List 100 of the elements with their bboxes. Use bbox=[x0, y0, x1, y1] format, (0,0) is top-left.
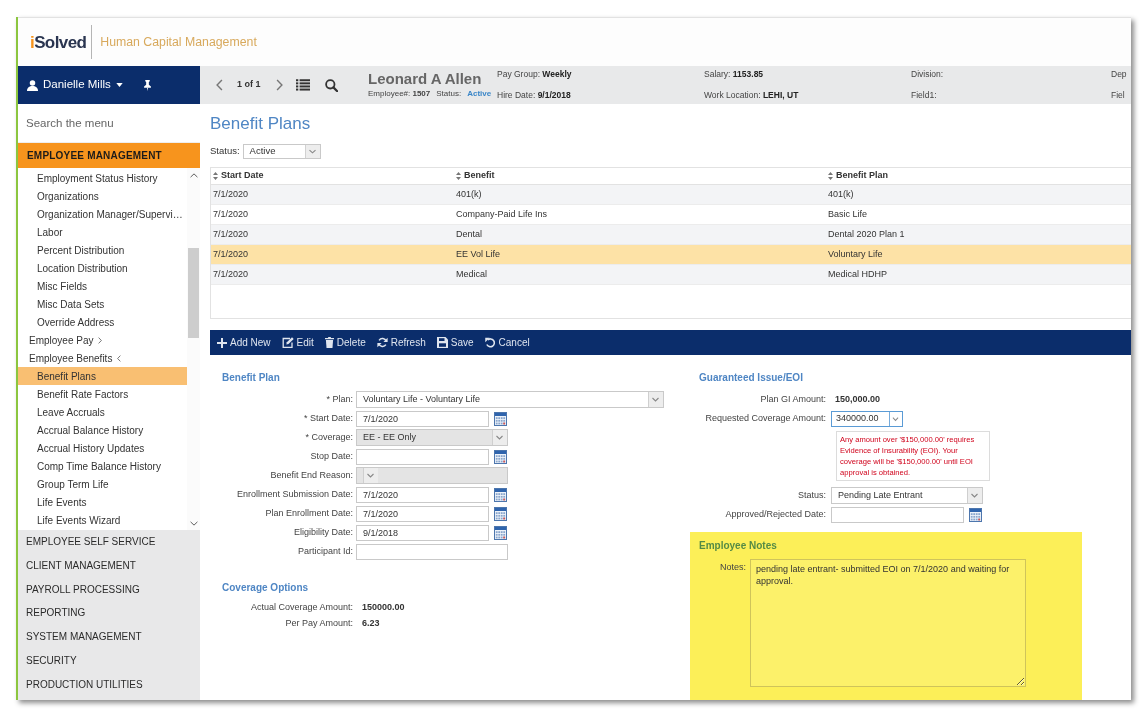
dropdown[interactable]: Voluntary Life - Voluntary Life bbox=[356, 391, 664, 408]
scroll-down-icon[interactable] bbox=[189, 521, 198, 526]
date-field[interactable]: 9/1/2018 bbox=[356, 524, 489, 541]
field-label: Eligibility Date: bbox=[292, 525, 354, 539]
status-dropdown[interactable]: Active bbox=[242, 144, 321, 159]
column-header[interactable]: Benefit Plan bbox=[826, 169, 1131, 183]
menu-section[interactable]: REPORTING bbox=[18, 601, 200, 626]
save-button[interactable]: Save bbox=[436, 335, 474, 350]
logo: iSolved bbox=[30, 33, 87, 51]
page-title: Benefit Plans bbox=[210, 113, 312, 135]
menu-item[interactable]: Accrual History Updates bbox=[18, 439, 187, 457]
table-cell-text: 7/1/2020 bbox=[212, 207, 250, 221]
menu-item[interactable]: Location Distribution bbox=[18, 259, 187, 277]
menu-section[interactable]: EMPLOYEE SELF SERVICE bbox=[18, 530, 200, 554]
caret-icon bbox=[967, 488, 982, 503]
menu-item[interactable]: Comp Time Balance History bbox=[18, 457, 187, 475]
table-cell-text: 7/1/2020 bbox=[212, 227, 250, 241]
sort-icon bbox=[456, 172, 461, 180]
table-cell-text: 7/1/2020 bbox=[212, 187, 250, 201]
field-label: * Coverage: bbox=[304, 430, 354, 444]
menu-section[interactable]: SYSTEM MANAGEMENT bbox=[18, 625, 200, 649]
menu-item[interactable]: Misc Data Sets bbox=[18, 295, 187, 313]
table-cell-text: Dental bbox=[455, 227, 483, 241]
table-cell-text: Dental 2020 Plan 1 bbox=[827, 227, 906, 241]
table-cell-text: 401(k) bbox=[827, 187, 855, 201]
employee-name: Leonard A Allen bbox=[368, 70, 483, 87]
chevron-right-icon[interactable] bbox=[276, 79, 283, 91]
menu-section[interactable]: PRODUCTION UTILITIES bbox=[18, 672, 200, 697]
text-field[interactable] bbox=[356, 543, 508, 560]
chevron-left-icon[interactable] bbox=[216, 79, 223, 91]
menu-search-field[interactable]: Search the menu bbox=[18, 104, 200, 143]
menu-item[interactable]: Leave Accruals bbox=[18, 403, 187, 421]
menu-item[interactable]: Employment Status History bbox=[18, 169, 187, 187]
caret-icon bbox=[648, 392, 663, 407]
calendar-icon[interactable] bbox=[494, 449, 507, 464]
notes-field[interactable]: pending late entrant- submitted EOI on 7/1/2020 and waiting for approval. bbox=[750, 559, 1026, 687]
field-label: Per Pay Amount: bbox=[284, 617, 354, 631]
status-label: Status: bbox=[436, 88, 462, 100]
calendar-icon[interactable] bbox=[494, 411, 507, 426]
menu-item[interactable]: Life Events bbox=[18, 493, 187, 511]
menu-section[interactable]: PAYROLL PROCESSING bbox=[18, 577, 200, 602]
table-cell-text: Medical HDHP bbox=[827, 267, 888, 281]
date-field[interactable]: 7/1/2020 bbox=[356, 410, 489, 427]
scrollbar-thumb[interactable] bbox=[188, 248, 199, 338]
menu-item[interactable]: Benefit Plans bbox=[18, 367, 187, 385]
employee-number: Employee#: 1507 bbox=[368, 88, 431, 100]
user-icon bbox=[27, 79, 38, 91]
filter-label: Status: bbox=[210, 144, 240, 159]
menu-item[interactable]: Misc Fields bbox=[18, 277, 187, 295]
menu-item[interactable]: Life Events Wizard bbox=[18, 511, 187, 529]
edit-icon bbox=[281, 337, 294, 348]
menu-item[interactable]: Accrual Balance History bbox=[18, 421, 187, 439]
dropdown[interactable]: Pending Late Entrant bbox=[831, 487, 983, 504]
refresh-button[interactable]: Refresh bbox=[376, 335, 426, 350]
sort-icon bbox=[213, 172, 218, 180]
date-field[interactable] bbox=[831, 506, 964, 523]
menu-item[interactable]: Organization Manager/Supervi… bbox=[18, 205, 187, 223]
date-field[interactable]: 7/1/2020 bbox=[356, 486, 489, 503]
menu-group[interactable]: Employee Pay bbox=[18, 331, 187, 349]
table-row[interactable]: 7/1/2020 EE Vol Life Voluntary Life bbox=[211, 245, 1131, 265]
menu-item[interactable]: Benefit Rate Factors bbox=[18, 385, 187, 403]
chevron-right-icon bbox=[98, 336, 103, 344]
menu-section-header[interactable]: EMPLOYEE MANAGEMENT bbox=[18, 143, 200, 168]
field-label: Status: bbox=[797, 488, 827, 502]
date-field[interactable] bbox=[356, 448, 489, 465]
menu-item[interactable]: Organizations bbox=[18, 187, 187, 205]
amount-combobox[interactable]: 340000.00 bbox=[831, 410, 903, 427]
calendar-icon[interactable] bbox=[969, 507, 982, 522]
cancel-button[interactable]: Cancel bbox=[484, 335, 530, 350]
field-label: Actual Coverage Amount: bbox=[249, 601, 354, 615]
list-icon[interactable] bbox=[296, 79, 310, 91]
info-text: Dep bbox=[1111, 68, 1128, 81]
column-header[interactable]: Start Date bbox=[211, 169, 454, 183]
edit-button[interactable]: Edit bbox=[281, 335, 314, 350]
info-text: Fiel bbox=[1111, 89, 1126, 102]
menu-item[interactable]: Group Term Life bbox=[18, 475, 187, 493]
calendar-icon[interactable] bbox=[494, 487, 507, 502]
menu-item[interactable]: Override Address bbox=[18, 313, 187, 331]
table-row[interactable]: 7/1/2020 Medical Medical HDHP bbox=[211, 265, 1131, 285]
product-name: Human Capital Management bbox=[100, 33, 257, 51]
add-new-button[interactable]: Add New bbox=[217, 335, 271, 350]
delete-button[interactable]: Delete bbox=[324, 335, 366, 350]
menu-section[interactable]: CLIENT MANAGEMENT bbox=[18, 553, 200, 578]
menu-item[interactable]: Percent Distribution bbox=[18, 241, 187, 259]
calendar-icon[interactable] bbox=[494, 506, 507, 521]
calendar-icon[interactable] bbox=[494, 525, 507, 540]
menu-item[interactable]: Labor bbox=[18, 223, 187, 241]
menu-group[interactable]: Employee Benefits bbox=[18, 349, 187, 367]
scroll-up-icon[interactable] bbox=[189, 173, 198, 178]
menu-section[interactable]: SECURITY bbox=[18, 649, 200, 673]
pin-icon[interactable] bbox=[142, 79, 152, 91]
trash-icon bbox=[324, 337, 334, 348]
table-row[interactable]: 7/1/2020 Dental Dental 2020 Plan 1 bbox=[211, 225, 1131, 245]
table-row[interactable]: 7/1/2020 401(k) 401(k) bbox=[211, 185, 1131, 205]
search-icon[interactable] bbox=[325, 78, 338, 92]
date-field[interactable]: 7/1/2020 bbox=[356, 505, 489, 522]
table-cell-text: EE Vol Life bbox=[455, 247, 502, 261]
user-menu-button[interactable]: Danielle Mills bbox=[27, 76, 123, 94]
table-cell-text: 7/1/2020 bbox=[212, 247, 250, 261]
column-header[interactable]: Benefit bbox=[454, 169, 826, 183]
